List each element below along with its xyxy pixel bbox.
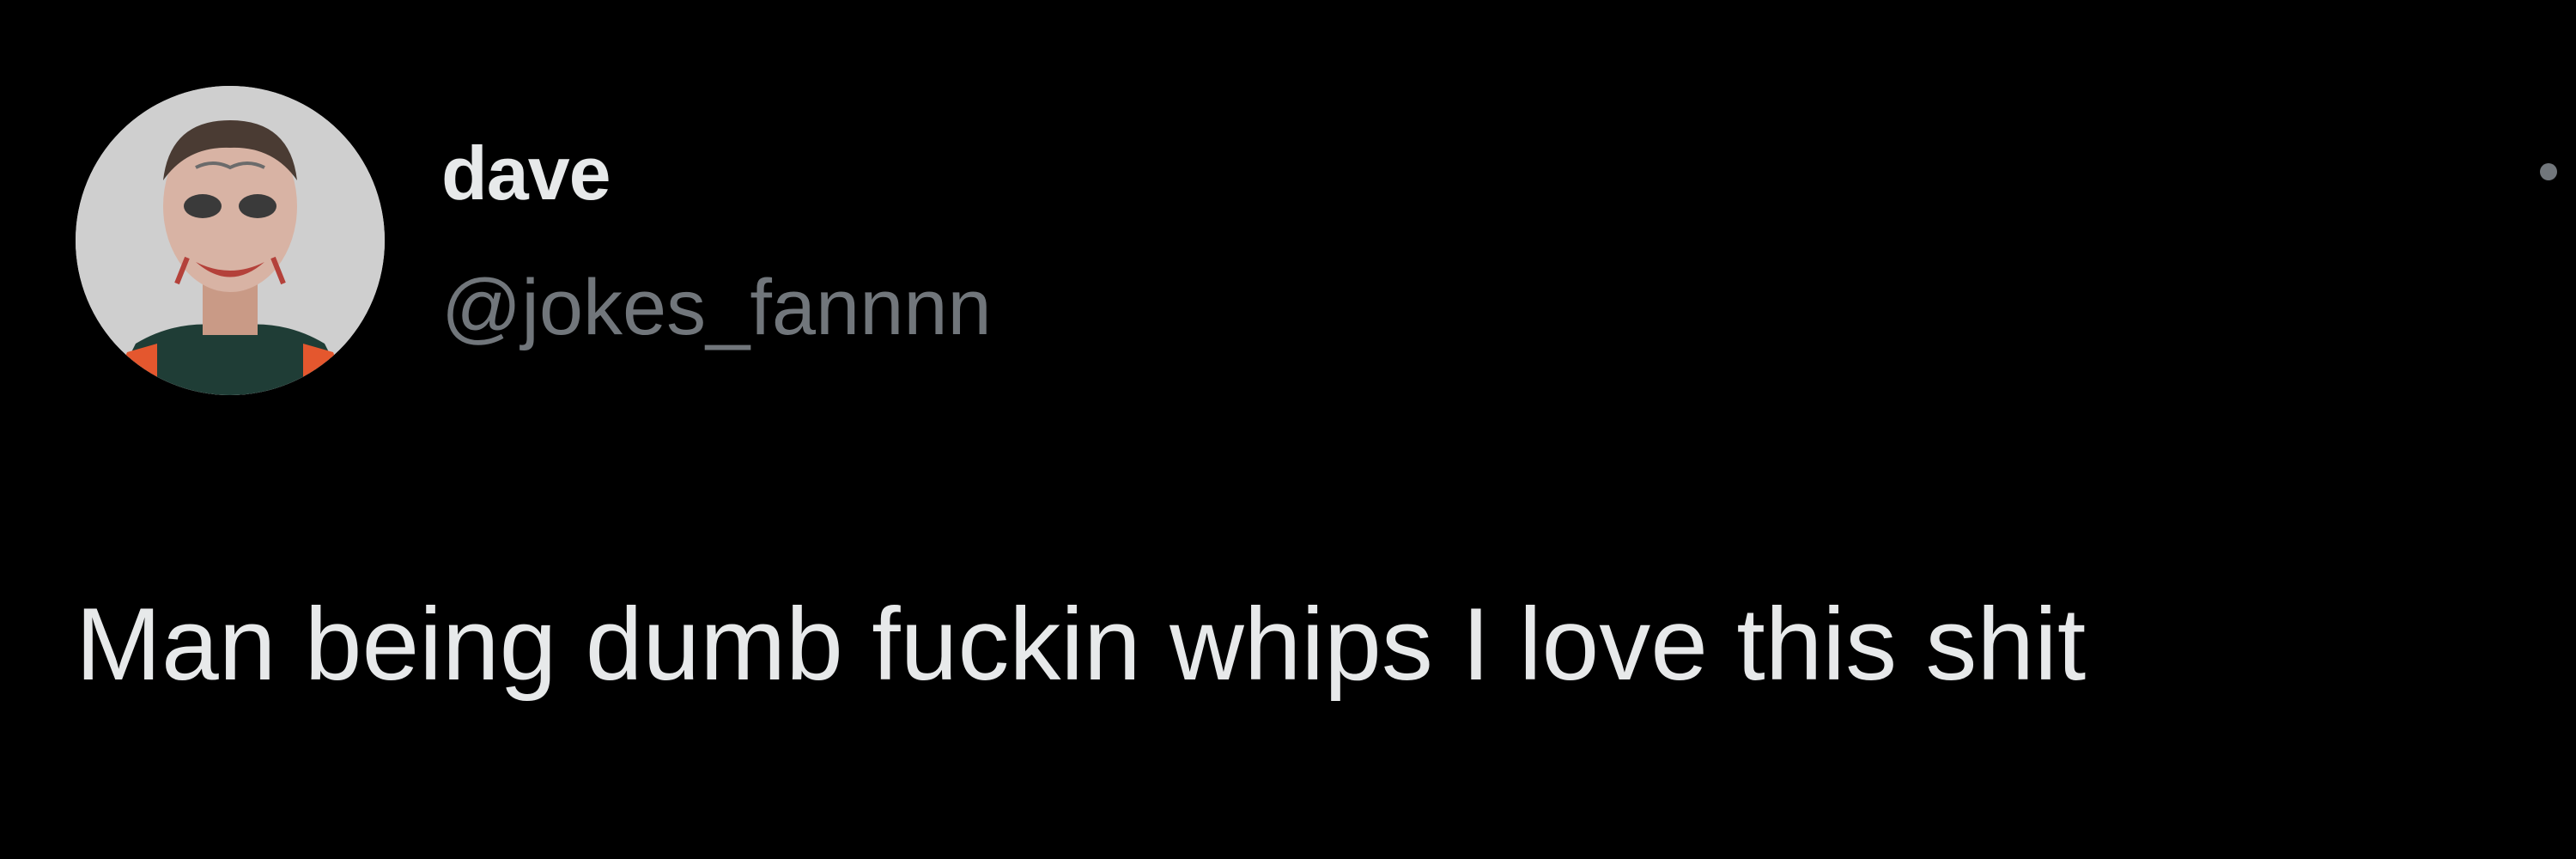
more-options-icon (2540, 163, 2557, 180)
tweet-text: Man being dumb fuckin whips I love this … (76, 587, 2087, 702)
author-handle[interactable]: @jokes_fannnn (441, 268, 992, 347)
more-options-button[interactable] (2533, 155, 2571, 192)
author-display-name[interactable]: dave (441, 136, 611, 211)
profile-photo-avatar-icon (76, 86, 385, 395)
tweet-card: dave @jokes_fannnn Man being dumb fuckin… (0, 0, 2576, 859)
avatar[interactable] (76, 86, 385, 395)
